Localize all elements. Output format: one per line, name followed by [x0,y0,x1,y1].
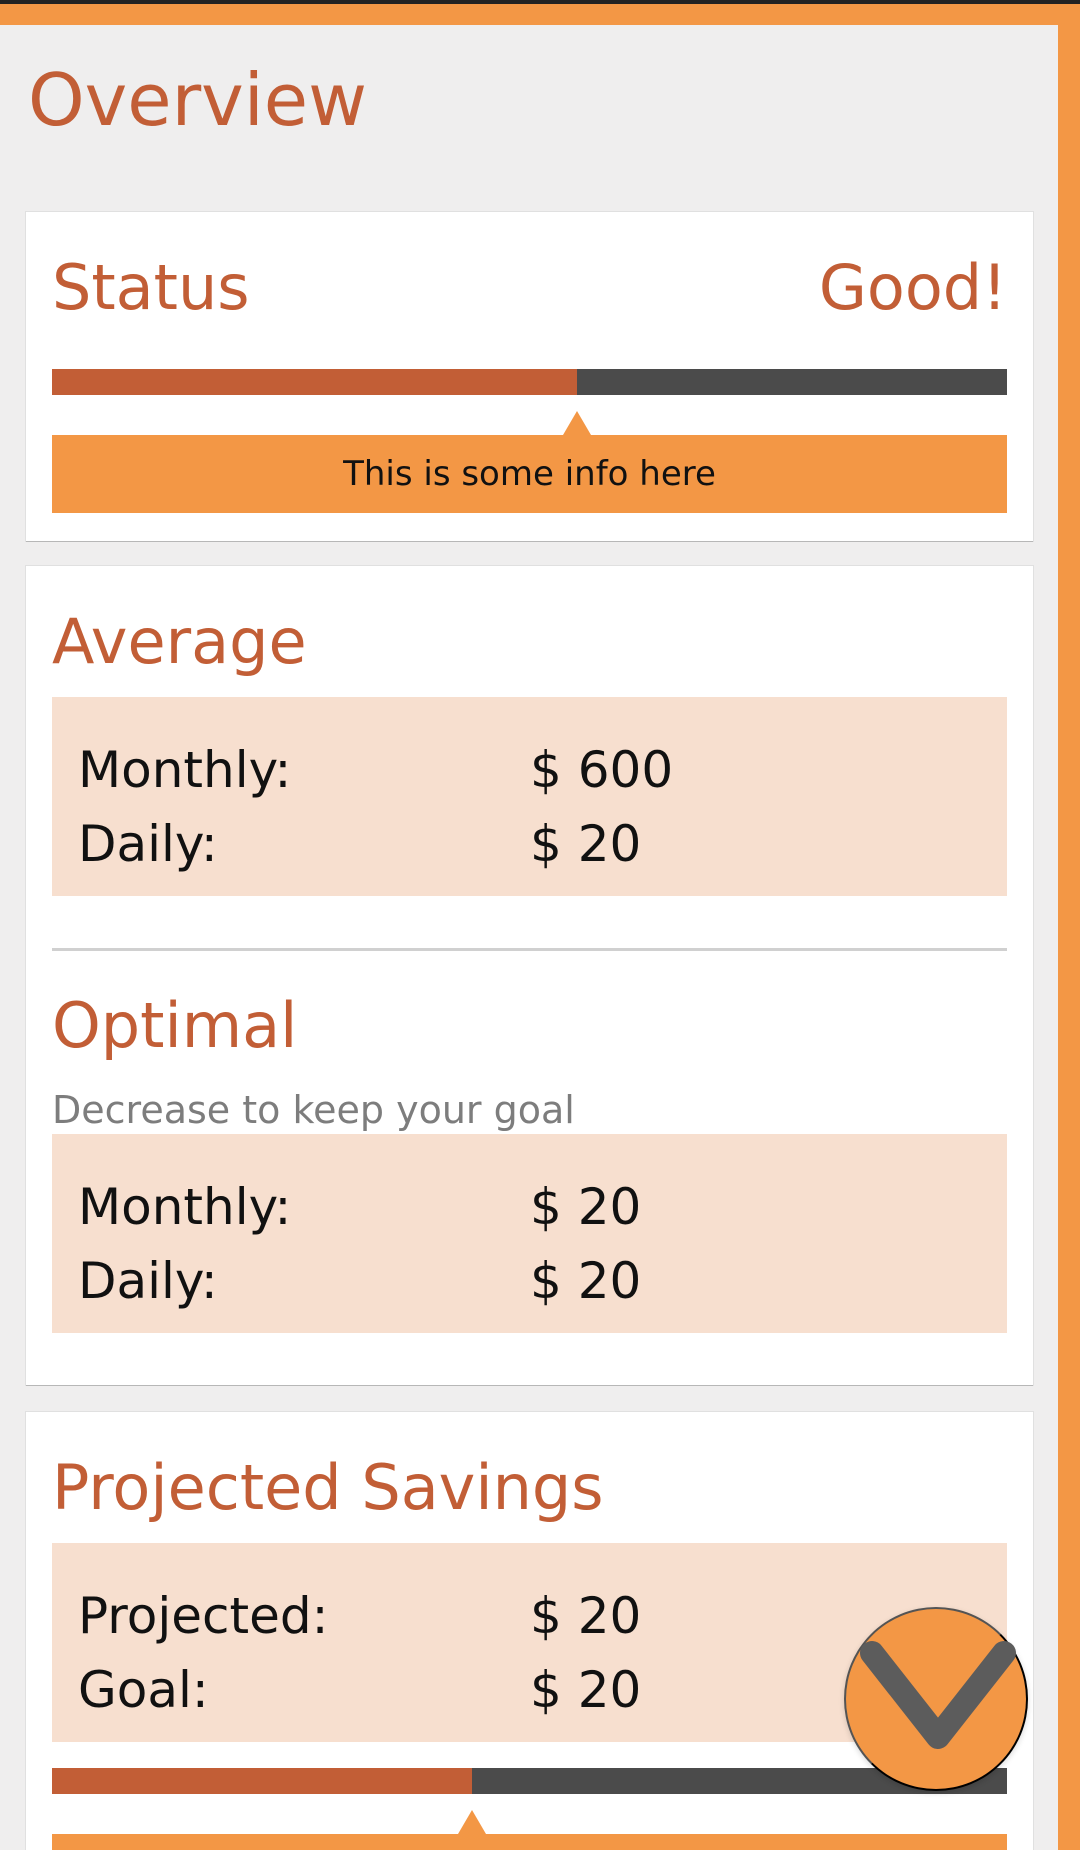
projected-info-banner [52,1810,1007,1850]
status-label: Status [52,251,250,324]
status-card: Status Good! This is some info here [26,212,1033,541]
average-daily-value: $ 20 [530,815,642,873]
scroll-down-button[interactable] [844,1607,1028,1791]
average-optimal-card: Average Monthly: $ 600 Daily: $ 20 Optim… [26,566,1033,1385]
optimal-panel: Monthly: $ 20 Daily: $ 20 [52,1134,1007,1333]
status-info-banner: This is some info here [52,411,1007,513]
optimal-daily-value: $ 20 [530,1252,642,1310]
optimal-subtitle: Decrease to keep your goal [52,1088,575,1132]
projected-title: Projected Savings [52,1451,604,1524]
status-info-pointer [563,411,591,435]
projected-value: $ 20 [530,1587,642,1645]
section-divider [52,948,1007,951]
average-panel: Monthly: $ 600 Daily: $ 20 [52,697,1007,896]
page-title: Overview [28,58,367,142]
optimal-monthly-row: Monthly: $ 20 [78,1170,1007,1244]
optimal-daily-label: Daily: [78,1252,218,1310]
optimal-daily-row: Daily: $ 20 [78,1244,1007,1318]
optimal-title: Optimal [52,989,298,1062]
average-monthly-value: $ 600 [530,741,674,799]
average-daily-label: Daily: [78,815,218,873]
top-dark-line [0,0,1080,4]
status-info-text: This is some info here [343,454,716,494]
projected-progress-fill [52,1768,472,1794]
goal-value: $ 20 [530,1661,642,1719]
status-progress-fill [52,369,577,395]
goal-label: Goal: [78,1661,209,1719]
average-monthly-row: Monthly: $ 600 [78,733,1007,807]
average-daily-row: Daily: $ 20 [78,807,1007,881]
top-accent-bar [0,0,1080,25]
chevron-down-icon [860,1641,1016,1749]
status-progress-bar [52,369,1007,395]
status-header: Status Good! [52,257,1007,319]
right-accent-bar [1058,25,1080,1850]
optimal-monthly-label: Monthly: [78,1178,292,1236]
projected-info-pointer [458,1810,486,1834]
average-title: Average [52,605,307,678]
projected-label: Projected: [78,1587,329,1645]
optimal-monthly-value: $ 20 [530,1178,642,1236]
status-value: Good! [818,251,1007,324]
average-monthly-label: Monthly: [78,741,292,799]
